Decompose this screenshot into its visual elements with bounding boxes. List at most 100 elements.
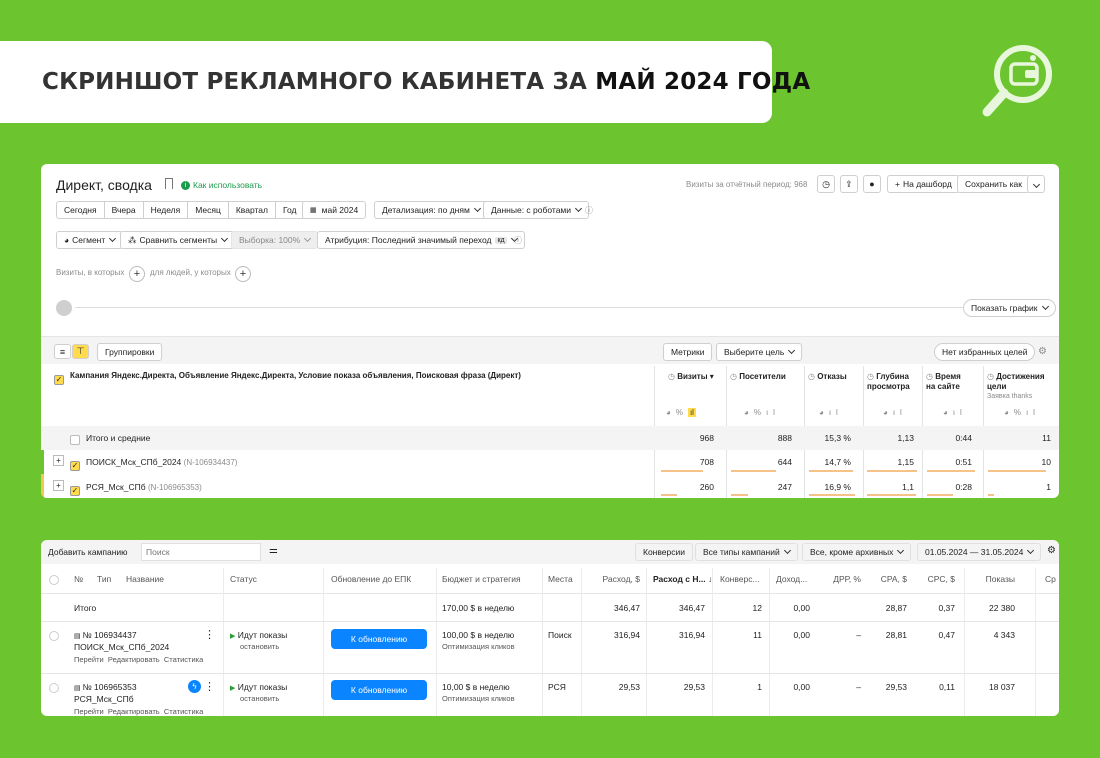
total-cpa: 28,87 xyxy=(885,603,907,613)
date-picker[interactable]: ▦ май 2024 xyxy=(302,201,367,219)
period-yesterday[interactable]: Вчера xyxy=(103,201,144,219)
row-campaign-name[interactable]: ПОИСК_Мск_СПб_2024 (N-106934437) xyxy=(86,457,237,467)
dimension-checkbox[interactable]: ✓ xyxy=(54,369,64,387)
add-dashboard-button[interactable]: + На дашборд xyxy=(887,175,960,193)
row-checkbox[interactable]: ✓ xyxy=(70,455,80,473)
col-depth[interactable]: ◷ Глубина просмотра xyxy=(867,372,917,391)
col-income[interactable]: Доход... xyxy=(776,574,807,584)
col-budget[interactable]: Бюджет и стратегия xyxy=(442,574,521,584)
campaign-links[interactable]: Перейти Редактировать Статистика xyxy=(74,707,203,716)
choose-goal-dropdown[interactable]: Выберите цель xyxy=(716,343,803,361)
history-icon[interactable]: ◷ xyxy=(817,175,835,193)
show-chart-button[interactable]: Показать график xyxy=(963,299,1056,317)
help-icon[interactable]: ⓘ xyxy=(585,205,593,216)
filter-settings-icon[interactable]: ⚌ xyxy=(269,545,278,556)
pie-icon: ◕ xyxy=(64,235,70,245)
campaign-row-checkbox[interactable] xyxy=(49,683,59,693)
col-impressions[interactable]: Показы xyxy=(971,574,1015,584)
bounces-view-icons[interactable]: ◕ıl xyxy=(819,408,843,417)
settings-gear-icon[interactable]: ⚙ xyxy=(1038,346,1047,357)
update-button[interactable]: К обновлению xyxy=(331,680,427,700)
row-time: 0:51 xyxy=(955,457,972,467)
compare-segments-dropdown[interactable]: ⁂ Сравнить сегменты xyxy=(120,231,236,249)
save-as-dropdown[interactable] xyxy=(1027,175,1045,193)
period-year[interactable]: Год xyxy=(274,201,305,219)
stop-link[interactable]: остановить xyxy=(240,694,279,703)
table-settings-gear-icon[interactable]: ⚙ xyxy=(1047,545,1056,556)
export-icon[interactable]: ⇪ xyxy=(840,175,858,193)
col-num[interactable]: № xyxy=(74,574,83,584)
share-icon[interactable]: ● xyxy=(863,175,881,193)
add-campaign-button[interactable]: Добавить кампанию xyxy=(48,547,128,557)
col-type[interactable]: Тип xyxy=(97,574,111,584)
chart-toggle-icon[interactable] xyxy=(56,300,72,316)
expand-row-button[interactable]: + xyxy=(53,455,64,466)
period-week[interactable]: Неделя xyxy=(142,201,189,219)
period-quarter[interactable]: Квартал xyxy=(227,201,276,219)
visitors-view-icons[interactable]: ◕%ıl xyxy=(744,408,780,417)
add-people-filter-button[interactable]: + xyxy=(235,266,251,282)
col-avg[interactable]: Ср xyxy=(1045,574,1056,584)
attribution-help-icon[interactable]: ⓘ xyxy=(514,235,522,246)
col-name[interactable]: Название xyxy=(126,574,164,584)
campaign-links[interactable]: Перейти Редактировать Статистика xyxy=(74,655,203,664)
campaign-types-dropdown[interactable]: Все типы кампаний xyxy=(695,543,798,561)
col-visits[interactable]: ◷ Визиты ▾ xyxy=(668,372,714,382)
save-as-button[interactable]: Сохранить как xyxy=(957,175,1030,193)
campaign-name[interactable]: ПОИСК_Мск_СПб_2024 xyxy=(74,642,169,652)
detail-dropdown[interactable]: Детализация: по дням xyxy=(374,201,488,219)
col-status[interactable]: Статус xyxy=(230,574,257,584)
col-time[interactable]: ◷ Время на сайте xyxy=(926,372,968,391)
how-to-use-link[interactable]: i Как использовать xyxy=(181,180,262,190)
col-cpa[interactable]: CPA, $ xyxy=(861,574,907,584)
col-goal[interactable]: ◷ Достижения цели Заявка thanks xyxy=(987,372,1051,402)
stop-link[interactable]: остановить xyxy=(240,642,279,651)
depth-view-icons[interactable]: ◕ıl xyxy=(883,408,907,417)
row-color-marker xyxy=(41,474,44,498)
row-menu-icon[interactable]: ⋮ xyxy=(204,680,215,693)
select-all-checkbox[interactable] xyxy=(49,575,59,585)
visits-view-icons[interactable]: ◕% ıl xyxy=(666,408,696,417)
col-spend-vat[interactable]: Расход с Н... ↓ xyxy=(653,574,712,584)
row-campaign-name[interactable]: РСЯ_Мск_СПб (N-106965353) xyxy=(86,482,202,492)
campaign-impressions: 4 343 xyxy=(993,630,1015,640)
attribution-dropdown[interactable]: Атрибуция: Последний значимый переход кд xyxy=(317,231,525,249)
col-places[interactable]: Места xyxy=(548,574,573,584)
archive-filter-dropdown[interactable]: Все, кроме архивных xyxy=(802,543,912,561)
col-cpc[interactable]: CPC, $ xyxy=(911,574,955,584)
no-fav-goals-button[interactable]: Нет избранных целей xyxy=(934,343,1036,361)
search-input[interactable] xyxy=(141,543,261,561)
col-conversions[interactable]: Конверс... xyxy=(720,574,760,584)
groupings-button[interactable]: Группировки xyxy=(97,343,163,361)
conversions-button[interactable]: Конверсии xyxy=(635,543,693,561)
period-today[interactable]: Сегодня xyxy=(56,201,105,219)
sample-dropdown[interactable]: Выборка: 100% xyxy=(231,231,319,249)
add-visit-filter-button[interactable]: + xyxy=(129,266,145,282)
campaign-name[interactable]: РСЯ_Мск_СПб xyxy=(74,694,134,704)
segment-dropdown[interactable]: ◕ Сегмент xyxy=(56,231,124,249)
data-filter-dropdown[interactable]: Данные: с роботами xyxy=(483,201,590,219)
expand-row-button[interactable]: + xyxy=(53,480,64,491)
campaign-row-checkbox[interactable] xyxy=(49,631,59,641)
bookmark-icon[interactable] xyxy=(165,178,173,189)
row-bounces: 14,7 % xyxy=(824,457,851,467)
lightning-icon[interactable]: ϟ xyxy=(188,680,201,693)
row-menu-icon[interactable]: ⋮ xyxy=(204,628,215,641)
time-view-icons[interactable]: ◕ıl xyxy=(943,408,967,417)
col-epk-update[interactable]: Обновление до ЕПК xyxy=(331,574,411,584)
metric-bar xyxy=(927,494,953,496)
totals-checkbox[interactable] xyxy=(70,432,80,450)
tree-view-icon[interactable]: ⊤ xyxy=(72,344,89,359)
campaign-status: ▶ Идут показы xyxy=(230,682,288,692)
list-view-icon[interactable]: ≡ xyxy=(54,344,71,359)
update-button[interactable]: К обновлению xyxy=(331,629,427,649)
col-bounces[interactable]: ◷ Отказы xyxy=(808,372,847,382)
goal-view-icons[interactable]: ◕%ıl xyxy=(1004,408,1040,417)
period-month[interactable]: Месяц xyxy=(187,201,229,219)
row-checkbox[interactable]: ✓ xyxy=(70,480,80,498)
col-spend[interactable]: Расход, $ xyxy=(586,574,640,584)
date-range-dropdown[interactable]: 01.05.2024 — 31.05.2024 xyxy=(917,543,1042,561)
metrics-button[interactable]: Метрики xyxy=(663,343,713,361)
col-drr[interactable]: ДРР, % xyxy=(811,574,861,584)
col-visitors[interactable]: ◷ Посетители xyxy=(730,372,786,382)
